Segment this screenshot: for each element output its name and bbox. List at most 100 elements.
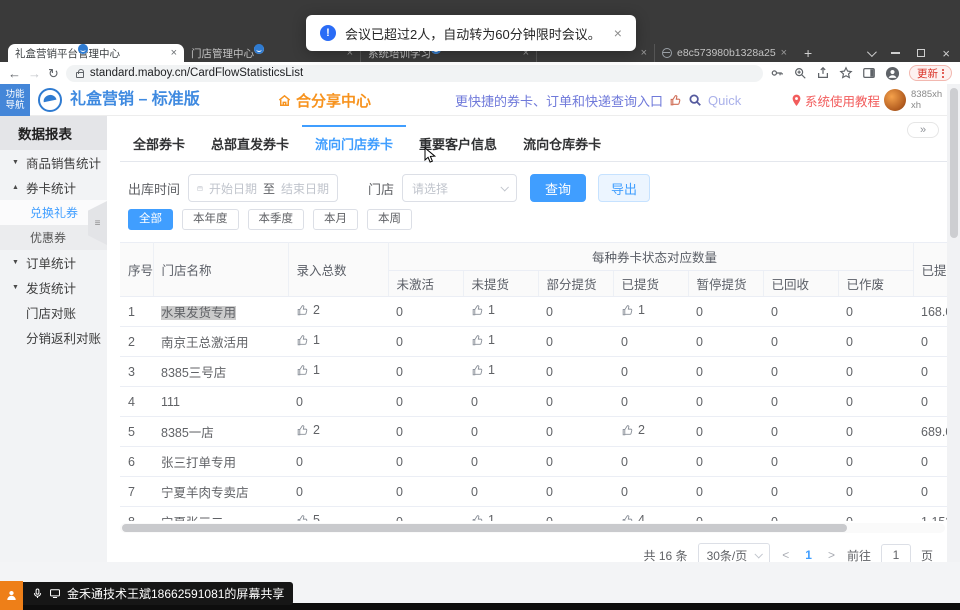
cell-store-name: 张三打单专用: [153, 447, 288, 477]
minimize-icon[interactable]: [891, 52, 900, 54]
info-icon: !: [320, 25, 336, 41]
store-select[interactable]: 请选择: [402, 174, 517, 202]
screen: 礼盒营销平台管理中心×门店管理中心×系统培训学习××e8c573980b1328…: [0, 0, 960, 610]
sidebar-item-product-sales[interactable]: ▼商品销售统计: [0, 150, 107, 175]
tab-hq-direct[interactable]: 总部直发券卡: [198, 125, 302, 161]
quick-entry[interactable]: 更快捷的券卡、订单和快递查询入口 Quick: [455, 84, 741, 116]
forward-icon[interactable]: →: [28, 67, 41, 80]
thumb-up-icon: [296, 424, 309, 437]
quick-filter-quarter[interactable]: 本季度: [248, 209, 305, 230]
tab-vip-info[interactable]: 重要客户信息: [406, 125, 510, 161]
vertical-scrollbar-thumb[interactable]: [950, 88, 958, 238]
tab-all-cards[interactable]: 全部券卡: [120, 125, 198, 161]
brand-favicon-icon: [78, 44, 88, 54]
store-filter-label: 门店: [368, 179, 394, 198]
horizontal-scrollbar[interactable]: [120, 523, 945, 533]
sidebar-item-shipping-stats[interactable]: ▼发货统计: [0, 275, 107, 300]
tab-close-icon[interactable]: ×: [641, 48, 647, 59]
clickable-count[interactable]: 2: [296, 303, 320, 317]
cell-status-4: 0: [688, 387, 763, 417]
cell-status-2: 0: [538, 297, 613, 327]
tutorial-link[interactable]: 系统使用教程: [791, 84, 880, 116]
caret-down-icon: ▼: [12, 259, 21, 266]
profile-icon[interactable]: [885, 66, 900, 81]
share-center-link[interactable]: 合分享中心: [277, 84, 371, 116]
search-button[interactable]: 查询: [530, 174, 586, 202]
quick-filters: 全部本年度本季度本月本周: [128, 209, 947, 230]
clickable-count[interactable]: 1: [471, 513, 495, 521]
store-name: 8385一店: [161, 426, 214, 440]
clickable-count[interactable]: 1: [296, 333, 320, 347]
screen-icon: [49, 588, 61, 599]
cell-status-2: 0: [538, 477, 613, 507]
clickable-count[interactable]: 1: [471, 363, 495, 377]
share-icon[interactable]: [816, 66, 830, 80]
clickable-count[interactable]: 1: [471, 333, 495, 347]
header-status-2: 部分提货: [538, 271, 613, 297]
tab-close-icon[interactable]: ×: [781, 48, 787, 59]
tab-warehouse-flow[interactable]: 流向仓库券卡: [510, 125, 614, 161]
quick-filter-year[interactable]: 本年度: [182, 209, 239, 230]
function-nav-toggle[interactable]: 功能 导航: [0, 84, 30, 116]
count-value: 2: [313, 303, 320, 317]
microphone-icon: [32, 588, 43, 599]
clickable-count[interactable]: 1: [296, 363, 320, 377]
date-range-input[interactable]: 开始日期 至 结束日期: [188, 174, 338, 202]
quick-filter-week[interactable]: 本周: [367, 209, 412, 230]
zoom-icon[interactable]: [793, 66, 807, 80]
cell-status-1: 0: [463, 387, 538, 417]
user-avatar[interactable]: [884, 89, 906, 111]
current-page[interactable]: 1: [801, 548, 816, 562]
bookmark-star-icon[interactable]: [839, 66, 853, 80]
tab-store-flow[interactable]: 流向门店券卡: [302, 125, 406, 161]
nav-label-1: 功能: [5, 89, 24, 100]
clickable-count[interactable]: 4: [621, 513, 645, 521]
side-panel-icon[interactable]: [862, 66, 876, 80]
clickable-count[interactable]: 2: [296, 423, 320, 437]
browser-update-chip[interactable]: 更新: [909, 65, 952, 81]
quick-filter-month[interactable]: 本月: [313, 209, 358, 230]
sidebar-item-rebate-reconciliation[interactable]: 分销返利对账: [0, 325, 107, 350]
sidebar-item-order-stats[interactable]: ▼订单统计: [0, 250, 107, 275]
cell-status-6: 0: [838, 357, 913, 387]
cell-status-5: 0: [763, 507, 838, 522]
back-icon[interactable]: ←: [8, 67, 21, 80]
tab-search-chevron-icon[interactable]: [867, 47, 877, 57]
cell-store-name: 8385一店: [153, 417, 288, 447]
clickable-count[interactable]: 1: [621, 303, 645, 317]
tab-close-icon[interactable]: ×: [171, 48, 177, 59]
scrollbar-thumb[interactable]: [122, 524, 847, 532]
sidebar-item-label: 分销返利对账: [26, 328, 101, 347]
key-icon[interactable]: [770, 66, 784, 80]
expand-button[interactable]: »: [907, 122, 939, 138]
meeting-app-icon[interactable]: [0, 581, 23, 610]
browser-tab-gift-admin[interactable]: 礼盒营销平台管理中心×: [8, 44, 184, 62]
browser-tab-hash[interactable]: e8c573980b1328a258fd2e6l8×: [654, 44, 794, 62]
thumb-up-icon: [471, 334, 484, 347]
clickable-count[interactable]: 1: [471, 303, 495, 317]
toast-close-icon[interactable]: ×: [614, 25, 622, 41]
window-close-icon[interactable]: ×: [942, 47, 950, 60]
browser-vertical-scrollbar[interactable]: [947, 84, 960, 602]
cell-status-1: 1: [463, 297, 538, 327]
clickable-count[interactable]: 5: [296, 513, 320, 521]
sidebar-item-card-stats[interactable]: ▲券卡统计: [0, 175, 107, 200]
cell-status-0: 0: [388, 447, 463, 477]
start-date-placeholder: 开始日期: [209, 180, 257, 197]
thumb-up-icon: [296, 514, 309, 521]
clickable-count[interactable]: 2: [621, 423, 645, 437]
reload-icon[interactable]: ↻: [48, 67, 59, 80]
maximize-icon[interactable]: [917, 49, 925, 57]
quick-filter-all[interactable]: 全部: [128, 209, 173, 230]
store-name: 张三打单专用: [161, 456, 236, 470]
export-button[interactable]: 导出: [598, 174, 650, 202]
count-value: 1: [488, 513, 495, 521]
prev-page-button[interactable]: <: [780, 548, 791, 562]
next-page-button[interactable]: >: [826, 548, 837, 562]
cell-status-3: 0: [613, 357, 688, 387]
new-tab-button[interactable]: +: [794, 44, 822, 62]
address-bar[interactable]: standard.maboy.cn/CardFlowStatisticsList: [66, 65, 763, 82]
cell-status-5: 0: [763, 297, 838, 327]
count-value: 4: [638, 513, 645, 521]
sidebar-item-store-reconciliation[interactable]: 门店对账: [0, 300, 107, 325]
